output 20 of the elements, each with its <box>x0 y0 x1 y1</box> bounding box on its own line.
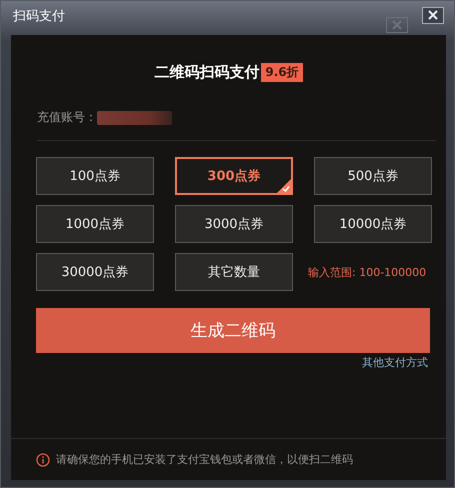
close-icon <box>386 17 408 33</box>
amount-option[interactable]: 其它数量 <box>175 253 293 291</box>
amount-option[interactable]: 30000点券 <box>36 253 154 291</box>
notice-text: 请确保您的手机已安装了支付宝钱包或者微信，以便扫二维码 <box>56 452 353 467</box>
account-label: 充值账号： <box>37 109 97 126</box>
amount-option[interactable]: 500点券 <box>314 157 432 195</box>
check-icon <box>277 179 291 193</box>
amount-option[interactable]: 3000点券 <box>175 205 293 243</box>
amount-option[interactable]: 100点券 <box>36 157 154 195</box>
close-icon[interactable] <box>422 7 444 24</box>
other-payment-link[interactable]: 其他支付方式 <box>362 355 428 370</box>
info-icon <box>36 452 50 466</box>
amount-option[interactable]: 300点券 <box>175 157 293 195</box>
amount-option[interactable]: 1000点券 <box>36 205 154 243</box>
discount-badge: 9.6折 <box>261 63 303 82</box>
dialog-title: 二维码扫码支付 <box>154 63 260 82</box>
amount-option[interactable]: 10000点券 <box>314 205 432 243</box>
range-hint: 输入范围: 100-100000 <box>308 264 428 280</box>
generate-button[interactable]: 生成二维码 <box>36 308 430 353</box>
window-title: 扫码支付 <box>13 8 65 25</box>
